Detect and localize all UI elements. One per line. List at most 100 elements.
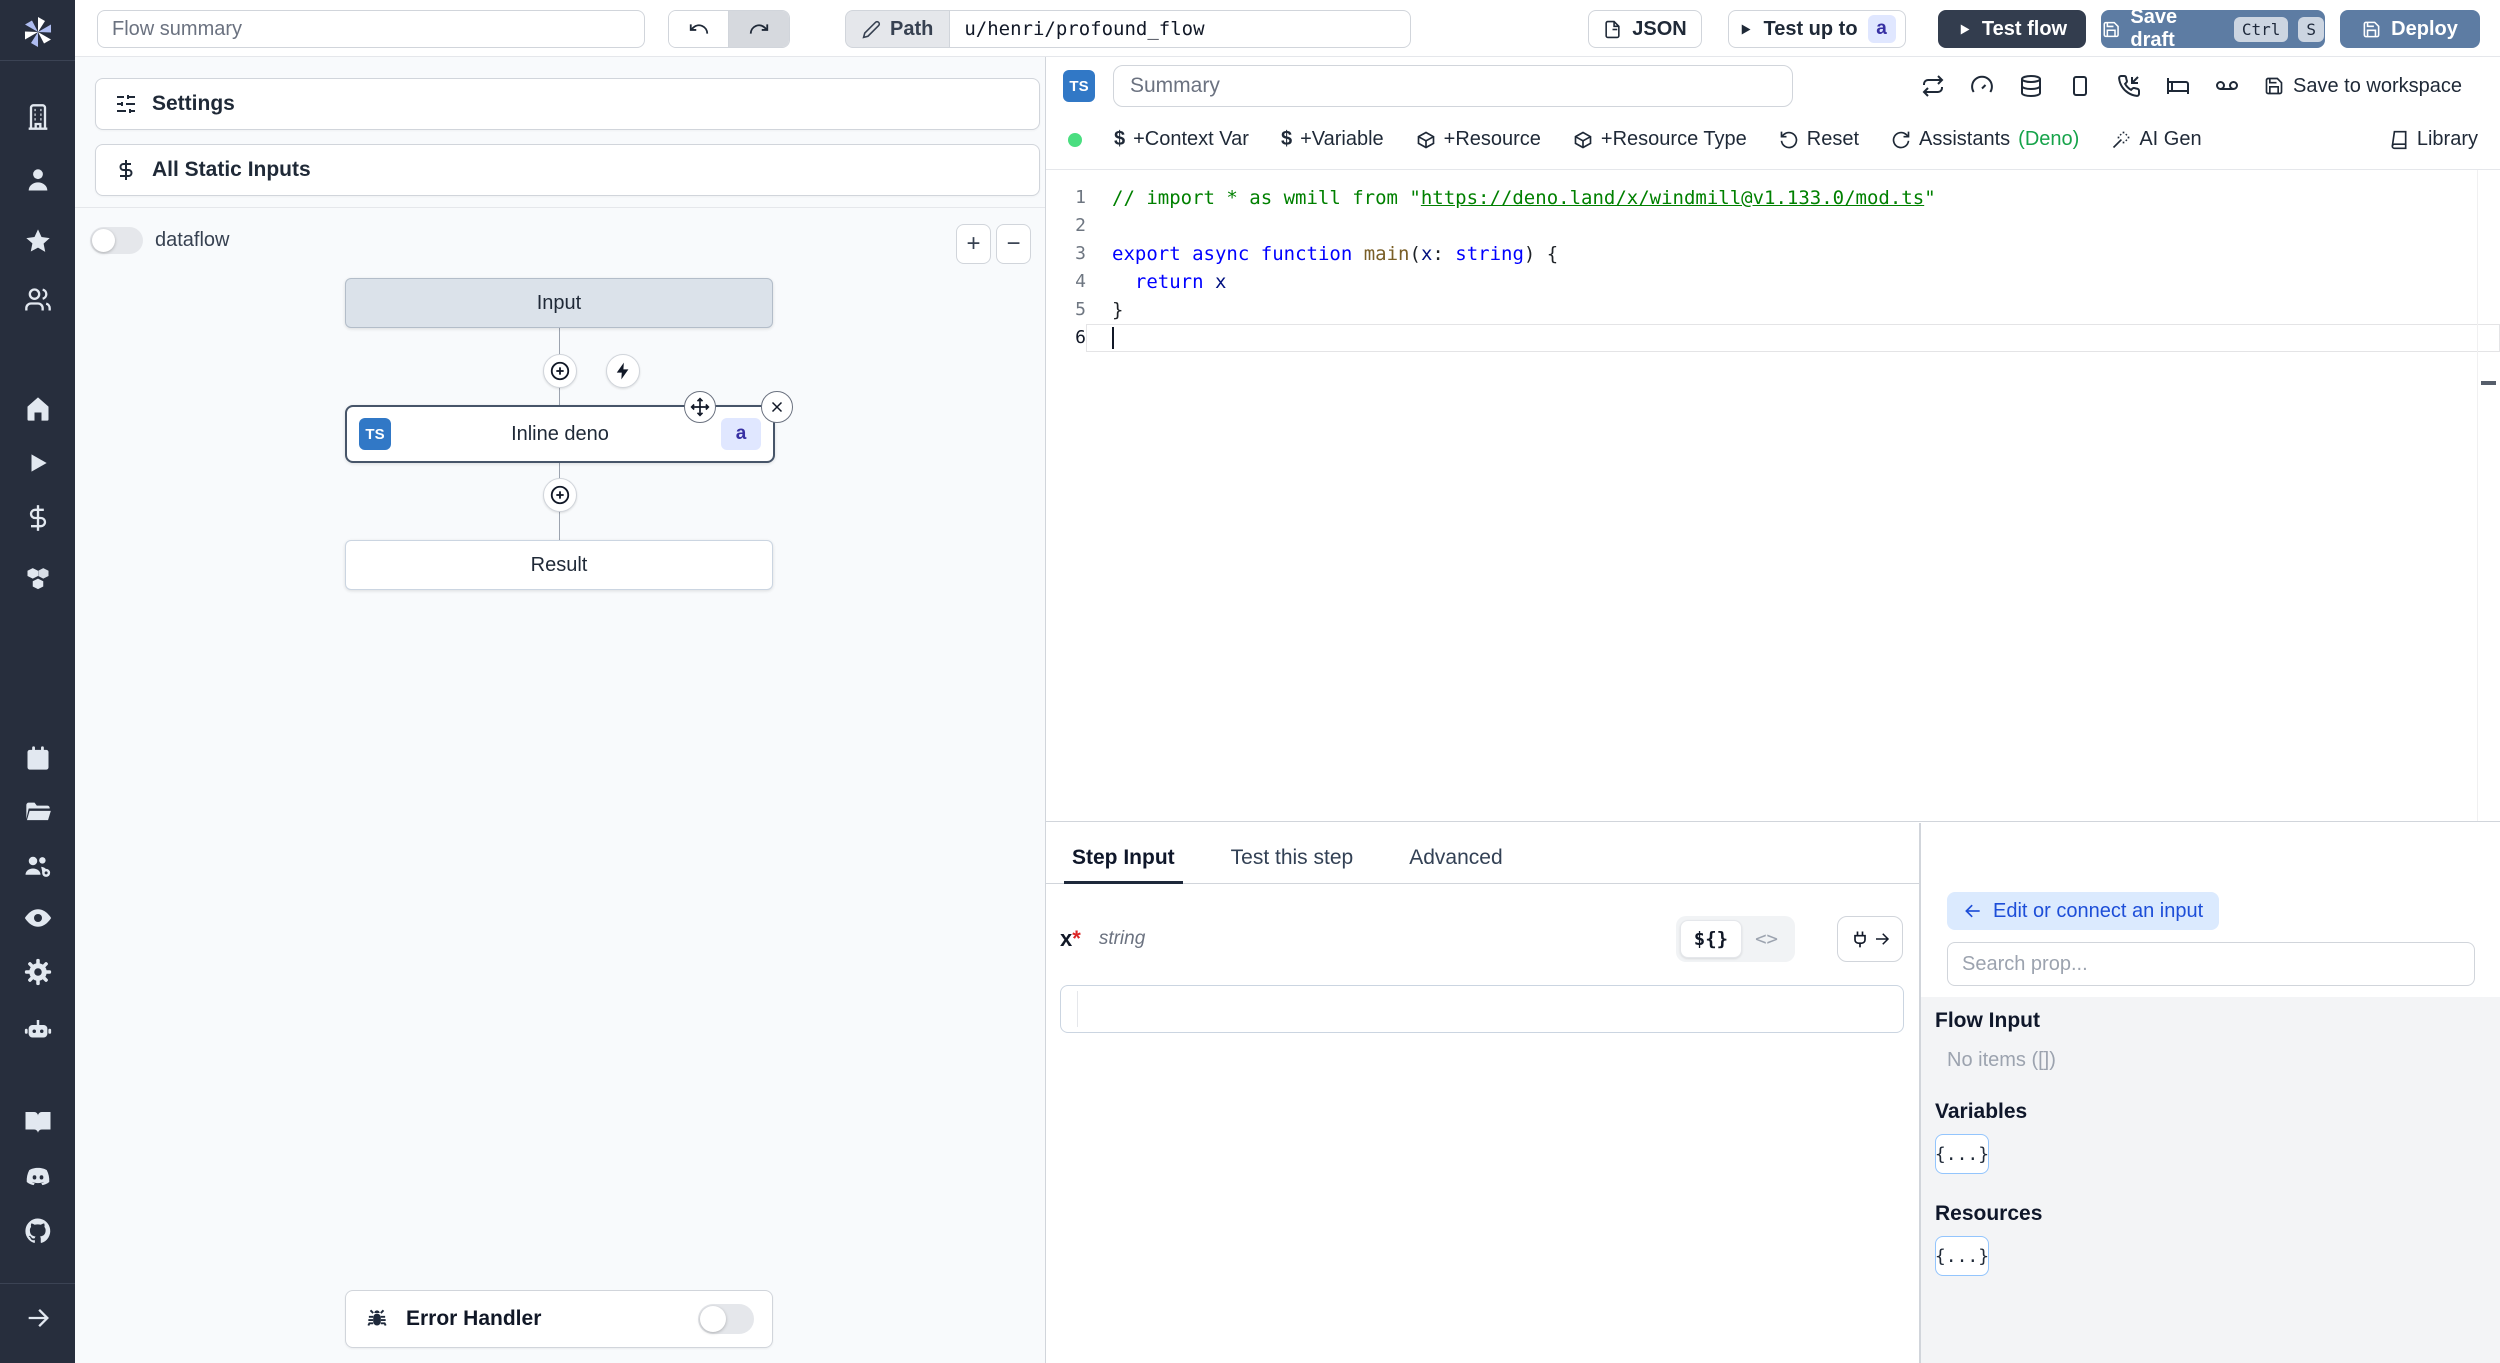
variables-chip[interactable]: {...} <box>1935 1134 1989 1174</box>
test-flow-button[interactable]: Test flow <box>1938 10 2086 48</box>
dataflow-toggle[interactable] <box>90 227 143 254</box>
edit-or-connect-button[interactable]: Edit or connect an input <box>1947 892 2220 930</box>
arrow-right-icon <box>1875 933 1889 945</box>
user-icon[interactable] <box>24 166 52 194</box>
all-static-inputs-button[interactable]: All Static Inputs <box>95 144 1040 196</box>
cache-database-icon[interactable] <box>2019 74 2043 98</box>
users-icon[interactable] <box>24 286 52 314</box>
zoom-in-button[interactable]: + <box>956 224 991 264</box>
add-variable-button[interactable]: $ +Variable <box>1281 128 1384 151</box>
required-mark: * <box>1072 926 1081 951</box>
redo-button[interactable] <box>729 11 789 47</box>
concurrency-icon[interactable] <box>2068 74 2092 98</box>
code-line[interactable]: 3 export async function main(x: string) { <box>1046 240 2500 268</box>
settings-button[interactable]: Settings <box>95 78 1040 130</box>
package-icon <box>1417 131 1434 148</box>
boxes-icon[interactable] <box>24 564 52 592</box>
prop-sections: Flow Input No items ([]) Variables {...}… <box>1921 997 2500 1363</box>
sidebar-divider <box>0 1283 75 1284</box>
book-icon[interactable] <box>23 1107 53 1137</box>
code-line[interactable]: 1// import * as wmill from "https://deno… <box>1046 184 2500 212</box>
search-prop-input[interactable] <box>1947 942 2475 986</box>
text-cursor <box>1112 327 1114 349</box>
library-button[interactable]: Library <box>2389 128 2478 151</box>
save-icon <box>2103 21 2119 37</box>
home-icon[interactable] <box>24 395 52 423</box>
delete-step-button[interactable] <box>761 391 793 423</box>
step-summary-input[interactable] <box>1113 65 1793 107</box>
add-step-button[interactable] <box>543 354 577 388</box>
connect-input-button[interactable] <box>1837 916 1903 962</box>
move-step-button[interactable] <box>684 391 716 423</box>
template-mode-button[interactable]: ${} <box>1679 920 1743 958</box>
close-icon <box>771 401 783 413</box>
bolt-icon <box>616 362 629 380</box>
suspend-phone-icon[interactable] <box>2117 74 2141 98</box>
retries-icon[interactable] <box>1921 74 1945 98</box>
users-cog-icon[interactable] <box>23 851 53 881</box>
save-icon <box>2265 77 2283 95</box>
windmill-logo-icon[interactable] <box>18 12 58 52</box>
path-group: Path <box>845 10 1412 48</box>
play-icon[interactable] <box>25 450 51 476</box>
sleep-bed-icon[interactable] <box>2166 74 2190 98</box>
path-input[interactable] <box>949 10 1412 48</box>
step-header: TS Save to workspace <box>1046 57 2500 110</box>
undo-icon <box>689 24 708 34</box>
deploy-button[interactable]: Deploy <box>2340 10 2480 48</box>
zoom-out-button[interactable]: − <box>996 224 1031 264</box>
code-line[interactable]: 2 <box>1046 212 2500 240</box>
field-value-input[interactable] <box>1060 985 1904 1033</box>
error-handler-row[interactable]: Error Handler <box>345 1290 773 1348</box>
expand-arrow-icon[interactable] <box>24 1304 52 1332</box>
test-up-to-button[interactable]: Test up to a <box>1728 10 1906 48</box>
tab-advanced[interactable]: Advanced <box>1409 832 1502 883</box>
code-line[interactable]: 4 return x <box>1046 268 2500 296</box>
error-handler-toggle[interactable] <box>698 1304 754 1334</box>
tab-step-input[interactable]: Step Input <box>1064 832 1183 884</box>
arrow-left-icon <box>1965 904 1980 918</box>
code-lines: 1// import * as wmill from "https://deno… <box>1046 184 2500 352</box>
assistants-button[interactable]: Assistants (Deno) <box>1891 128 2079 151</box>
discord-icon[interactable] <box>23 1162 53 1192</box>
gear-icon[interactable] <box>23 957 53 987</box>
resources-chip[interactable]: {...} <box>1935 1236 1989 1276</box>
test-up-to-badge: a <box>1867 15 1896 43</box>
mock-voicemail-icon[interactable] <box>2215 74 2239 98</box>
undo-button[interactable] <box>669 11 729 47</box>
step-id-badge: a <box>721 418 761 450</box>
code-line[interactable]: 5} <box>1046 296 2500 324</box>
dollar-icon[interactable] <box>24 504 52 532</box>
eye-icon[interactable] <box>23 903 53 933</box>
star-icon[interactable] <box>24 227 52 255</box>
add-resource-type-button[interactable]: +Resource Type <box>1573 128 1747 151</box>
folder-icon[interactable] <box>24 798 52 826</box>
flow-node-input[interactable]: Input <box>345 278 773 328</box>
code-line[interactable]: 6 <box>1046 324 2500 352</box>
building-icon[interactable] <box>24 103 52 131</box>
sliders-icon <box>117 95 135 113</box>
code-editor[interactable]: 1// import * as wmill from "https://deno… <box>1046 170 2500 822</box>
code-mode-button[interactable]: <> <box>1742 921 1791 957</box>
json-button[interactable]: JSON <box>1588 10 1702 48</box>
github-icon[interactable] <box>23 1216 53 1246</box>
bot-icon[interactable] <box>23 1015 53 1045</box>
calendar-icon[interactable] <box>24 744 52 772</box>
tab-test-this-step[interactable]: Test this step <box>1231 832 1354 883</box>
add-context-var-button[interactable]: $ +Context Var <box>1114 128 1249 151</box>
flow-node-result[interactable]: Result <box>345 540 773 590</box>
add-trigger-button[interactable] <box>606 354 640 388</box>
add-resource-button[interactable]: +Resource <box>1416 128 1541 151</box>
ai-gen-button[interactable]: AI Gen <box>2111 128 2202 151</box>
flow-summary-input[interactable] <box>97 10 645 48</box>
save-draft-button[interactable]: Save draft Ctrl S <box>2101 6 2325 51</box>
save-to-workspace-button[interactable]: Save to workspace <box>2264 75 2462 98</box>
step-input-panel: Step Input Test this step Advanced x * s… <box>1046 823 1920 1363</box>
reset-button[interactable]: Reset <box>1779 128 1859 151</box>
early-stop-gauge-icon[interactable] <box>1970 74 1994 98</box>
path-label[interactable]: Path <box>845 10 950 48</box>
package-icon <box>1574 131 1592 148</box>
add-step-button[interactable] <box>543 478 577 512</box>
cursor-ruler-marker <box>2481 381 2496 385</box>
assistants-lang: (Deno) <box>2018 128 2080 150</box>
